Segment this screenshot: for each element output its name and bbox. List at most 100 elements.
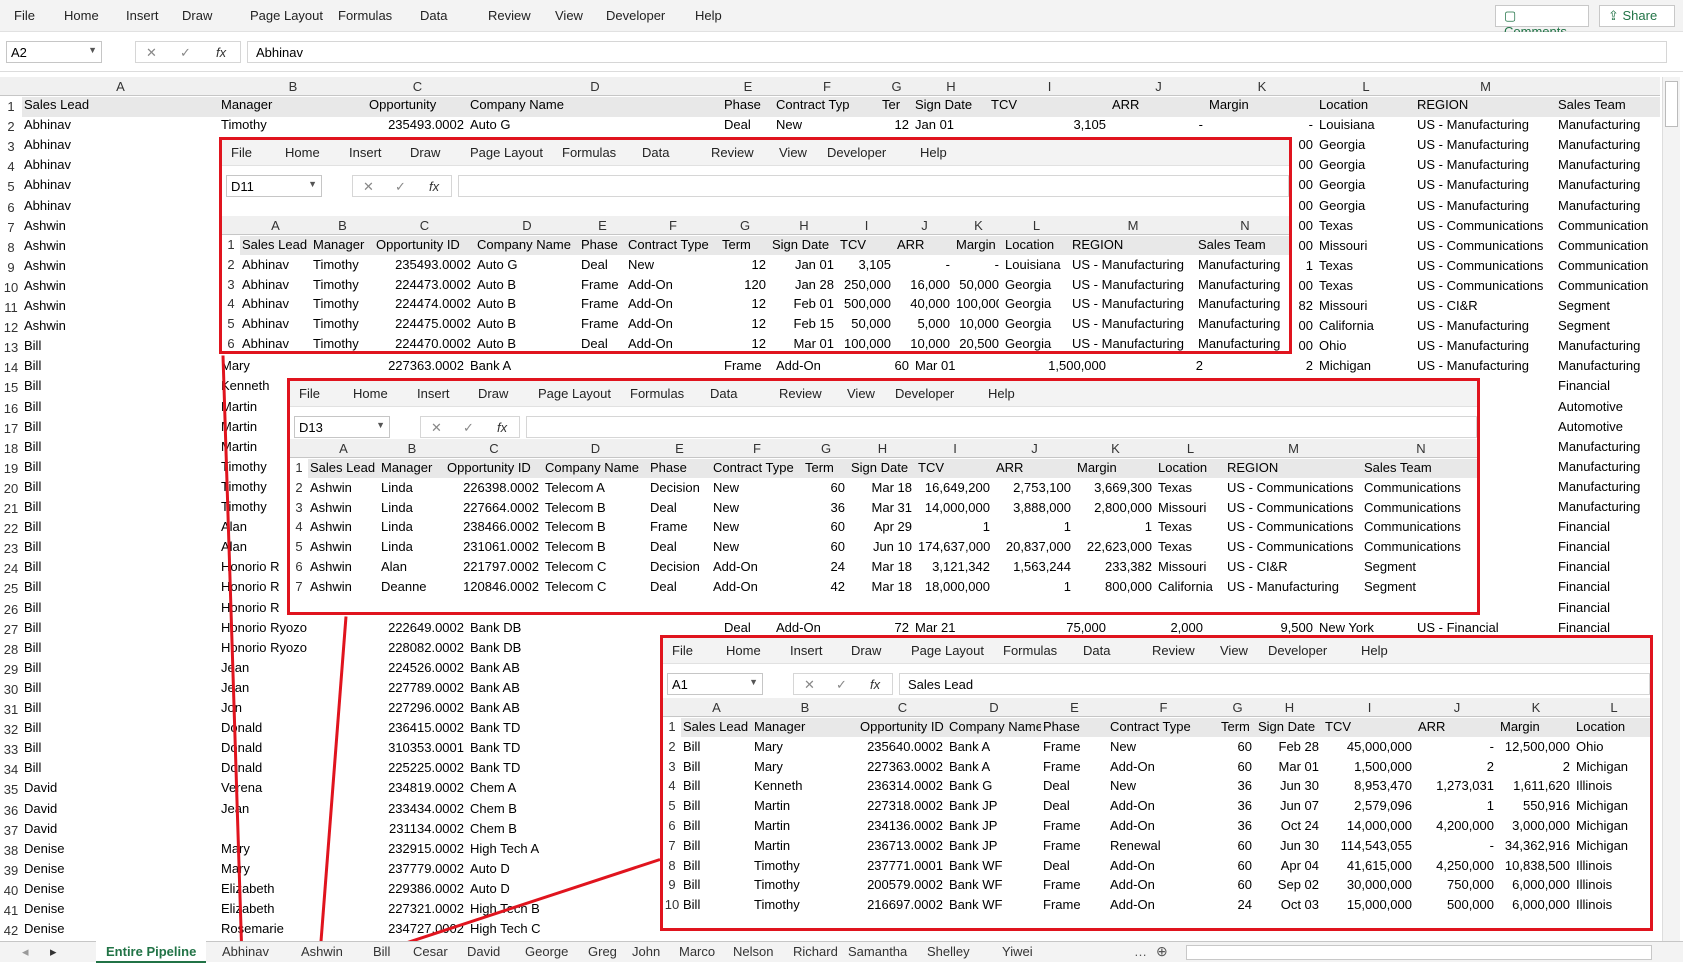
table-cell[interactable]: US - Manufacturing [1417, 117, 1552, 132]
table-cell[interactable]: Ashwin [310, 480, 375, 495]
column-header[interactable]: G [720, 218, 770, 233]
table-cell[interactable]: 2,753,100 [996, 480, 1071, 495]
table-cell[interactable]: 45,000,000 [1325, 739, 1412, 754]
table-cell[interactable]: Donald [221, 760, 363, 775]
table-cell[interactable]: Bill [24, 358, 215, 373]
column-header[interactable]: M [1415, 79, 1556, 94]
table-cell[interactable]: Telecom C [545, 579, 644, 594]
table-cell[interactable]: Timothy [313, 316, 370, 331]
header-cell[interactable]: Sales Team [1198, 237, 1289, 252]
table-cell[interactable]: Bill [24, 579, 215, 594]
sheet-tab-david[interactable]: David [457, 944, 510, 959]
column-header[interactable]: J [994, 441, 1075, 456]
table-cell[interactable]: Linda [381, 539, 441, 554]
table-cell[interactable]: US - Manufacturing [1417, 318, 1552, 333]
table-cell[interactable]: Add-On [713, 559, 799, 574]
table-cell[interactable]: Segment [1558, 298, 1656, 313]
table-cell[interactable]: 72 [882, 620, 909, 635]
table-cell[interactable]: Telecom B [545, 500, 644, 515]
header-cell[interactable]: TCV [1325, 719, 1416, 734]
table-cell[interactable]: Bill [24, 459, 215, 474]
table-cell[interactable]: 229386.0002 [369, 881, 464, 896]
table-cell[interactable]: Manufacturing [1558, 459, 1656, 474]
table-cell[interactable]: Financial [1558, 600, 1656, 615]
table-cell[interactable]: Abhinav [242, 336, 307, 351]
confirm-icon[interactable]: ✓ [836, 677, 847, 693]
column-header[interactable]: K [1207, 79, 1317, 94]
table-cell[interactable]: Communications [1364, 480, 1476, 495]
row-number[interactable]: 3 [0, 137, 22, 157]
header-cell[interactable]: Opportunity ID [376, 237, 475, 252]
row-number[interactable]: 8 [663, 857, 681, 876]
header-cell[interactable]: Opportunity ID [860, 719, 947, 734]
menu-draw[interactable]: Draw [851, 643, 881, 658]
table-cell[interactable]: Manufacturing [1558, 358, 1656, 373]
header-cell[interactable]: Sales Team [1364, 460, 1477, 475]
row-number[interactable]: 27 [0, 620, 22, 640]
column-header[interactable]: L [1156, 441, 1225, 456]
menu-draw[interactable]: Draw [182, 8, 212, 23]
table-cell[interactable]: Financial [1558, 378, 1656, 393]
table-cell[interactable]: 114,543,055 [1325, 838, 1412, 853]
table-cell[interactable]: Deanne [381, 579, 441, 594]
table-cell[interactable]: Deal [1043, 798, 1104, 813]
table-cell[interactable]: 1,500,000 [991, 358, 1106, 373]
row-number[interactable]: 9 [0, 258, 22, 278]
table-cell[interactable]: Manufacturing [1198, 316, 1289, 331]
sheet-tab-entire-pipeline[interactable]: Entire Pipeline [96, 941, 207, 963]
header-cell[interactable]: Phase [581, 237, 626, 252]
table-cell[interactable]: 10,000 [897, 336, 950, 351]
scrollbar-thumb[interactable] [1665, 81, 1678, 127]
column-header[interactable]: H [770, 218, 838, 233]
column-header[interactable]: E [579, 218, 626, 233]
table-cell[interactable]: Ashwin [310, 539, 375, 554]
table-cell[interactable]: Mar 31 [851, 500, 912, 515]
column-header[interactable]: B [379, 441, 445, 456]
table-cell[interactable]: Illinois [1576, 778, 1650, 793]
table-cell[interactable]: Ashwin [310, 579, 375, 594]
table-cell[interactable]: 12 [882, 117, 909, 132]
table-cell[interactable]: Deal [581, 336, 622, 351]
row-number[interactable]: 36 [0, 801, 22, 821]
table-cell[interactable]: Bill [24, 519, 215, 534]
table-cell[interactable]: Communications [1364, 519, 1476, 534]
table-cell[interactable]: Mar 01 [915, 358, 985, 373]
column-header[interactable]: G [880, 79, 913, 94]
table-cell[interactable]: 227789.0002 [369, 680, 464, 695]
table-cell[interactable]: Martin [754, 818, 854, 833]
column-header[interactable]: B [752, 700, 858, 715]
header-cell[interactable]: Sales Lead [683, 719, 752, 734]
table-cell[interactable]: Bill [683, 818, 748, 833]
header-cell[interactable]: Sales Lead [242, 237, 311, 252]
table-cell[interactable]: 2,000 [1112, 620, 1203, 635]
row-number[interactable]: 7 [0, 218, 22, 238]
table-cell[interactable]: New [1110, 778, 1215, 793]
table-cell[interactable]: 42 [805, 579, 845, 594]
table-cell[interactable]: Georgia [1005, 316, 1066, 331]
table-cell[interactable]: Manufacturing [1558, 137, 1656, 152]
table-cell[interactable]: California [1319, 318, 1411, 333]
table-cell[interactable]: New [713, 480, 799, 495]
table-cell[interactable]: Bill [24, 600, 215, 615]
table-cell[interactable]: Frame [1043, 818, 1104, 833]
table-cell[interactable]: Apr 04 [1258, 858, 1319, 873]
table-cell[interactable]: 235493.0002 [376, 257, 471, 272]
table-cell[interactable]: Bill [683, 798, 748, 813]
menu-home[interactable]: Home [285, 145, 320, 160]
column-header[interactable]: K [1498, 700, 1574, 715]
table-cell[interactable]: Elizabeth [221, 901, 363, 916]
table-cell[interactable]: 250,000 [840, 277, 891, 292]
table-cell[interactable]: Decision [650, 559, 707, 574]
table-cell[interactable]: US - Manufacturing [1417, 358, 1552, 373]
function-icon[interactable]: fx [870, 677, 880, 692]
table-cell[interactable]: Jon [221, 700, 363, 715]
table-cell[interactable]: Mary [221, 841, 363, 856]
column-header[interactable]: G [1219, 700, 1256, 715]
table-cell[interactable]: Bank WF [949, 858, 1037, 873]
table-cell[interactable]: Add-On [1110, 897, 1215, 912]
table-cell[interactable]: Add-On [1110, 798, 1215, 813]
table-cell[interactable]: Bill [683, 739, 748, 754]
table-cell[interactable]: US - Manufacturing [1417, 157, 1552, 172]
row-number[interactable]: 13 [0, 338, 22, 358]
table-cell[interactable]: 237771.0001 [860, 858, 943, 873]
